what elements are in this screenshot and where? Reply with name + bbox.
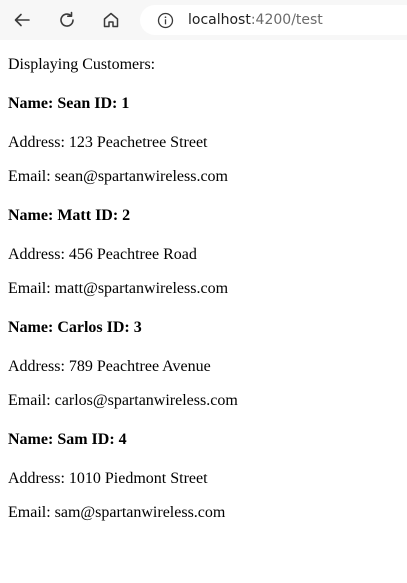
reload-icon [60, 11, 74, 27]
info-icon[interactable] [157, 12, 174, 29]
customer-address: Address: 456 Peachtree Road [8, 246, 197, 263]
page-intro: Displaying Customers: [8, 56, 156, 73]
home-icon [103, 12, 119, 28]
customer-entry: Name: Matt ID: 2 Address: 456 Peachtree … [8, 207, 399, 298]
back-button[interactable] [8, 6, 36, 34]
customer-email: Email: matt@spartanwireless.com [8, 280, 229, 297]
browser-toolbar: localhost:4200/test [0, 0, 407, 40]
customer-entry: Name: Sean ID: 1 Address: 123 Peachetree… [8, 95, 399, 186]
back-arrow-icon [14, 13, 30, 27]
customer-email: Email: sam@spartanwireless.com [8, 504, 226, 521]
home-button[interactable] [97, 6, 125, 34]
customer-header: Name: Sam ID: 4 [8, 431, 127, 448]
customer-address: Address: 789 Peachtree Avenue [8, 358, 211, 375]
url-host: localhost [188, 12, 251, 28]
reload-button[interactable] [53, 6, 81, 34]
customer-entry: Name: Carlos ID: 3 Address: 789 Peachtre… [8, 319, 399, 410]
customer-email: Email: carlos@spartanwireless.com [8, 392, 238, 409]
url-path: :4200/test [250, 12, 323, 28]
customer-entry: Name: Sam ID: 4 Address: 1010 Piedmont S… [8, 431, 399, 522]
page-content: Displaying Customers: Name: Sean ID: 1 A… [0, 40, 407, 522]
customer-email: Email: sean@spartanwireless.com [8, 168, 228, 185]
customer-header: Name: Carlos ID: 3 [8, 319, 142, 336]
customer-address: Address: 1010 Piedmont Street [8, 470, 208, 487]
customer-address: Address: 123 Peachetree Street [8, 134, 208, 151]
customer-header: Name: Sean ID: 1 [8, 95, 130, 112]
address-bar[interactable]: localhost:4200/test [140, 5, 407, 35]
customer-header: Name: Matt ID: 2 [8, 207, 131, 224]
